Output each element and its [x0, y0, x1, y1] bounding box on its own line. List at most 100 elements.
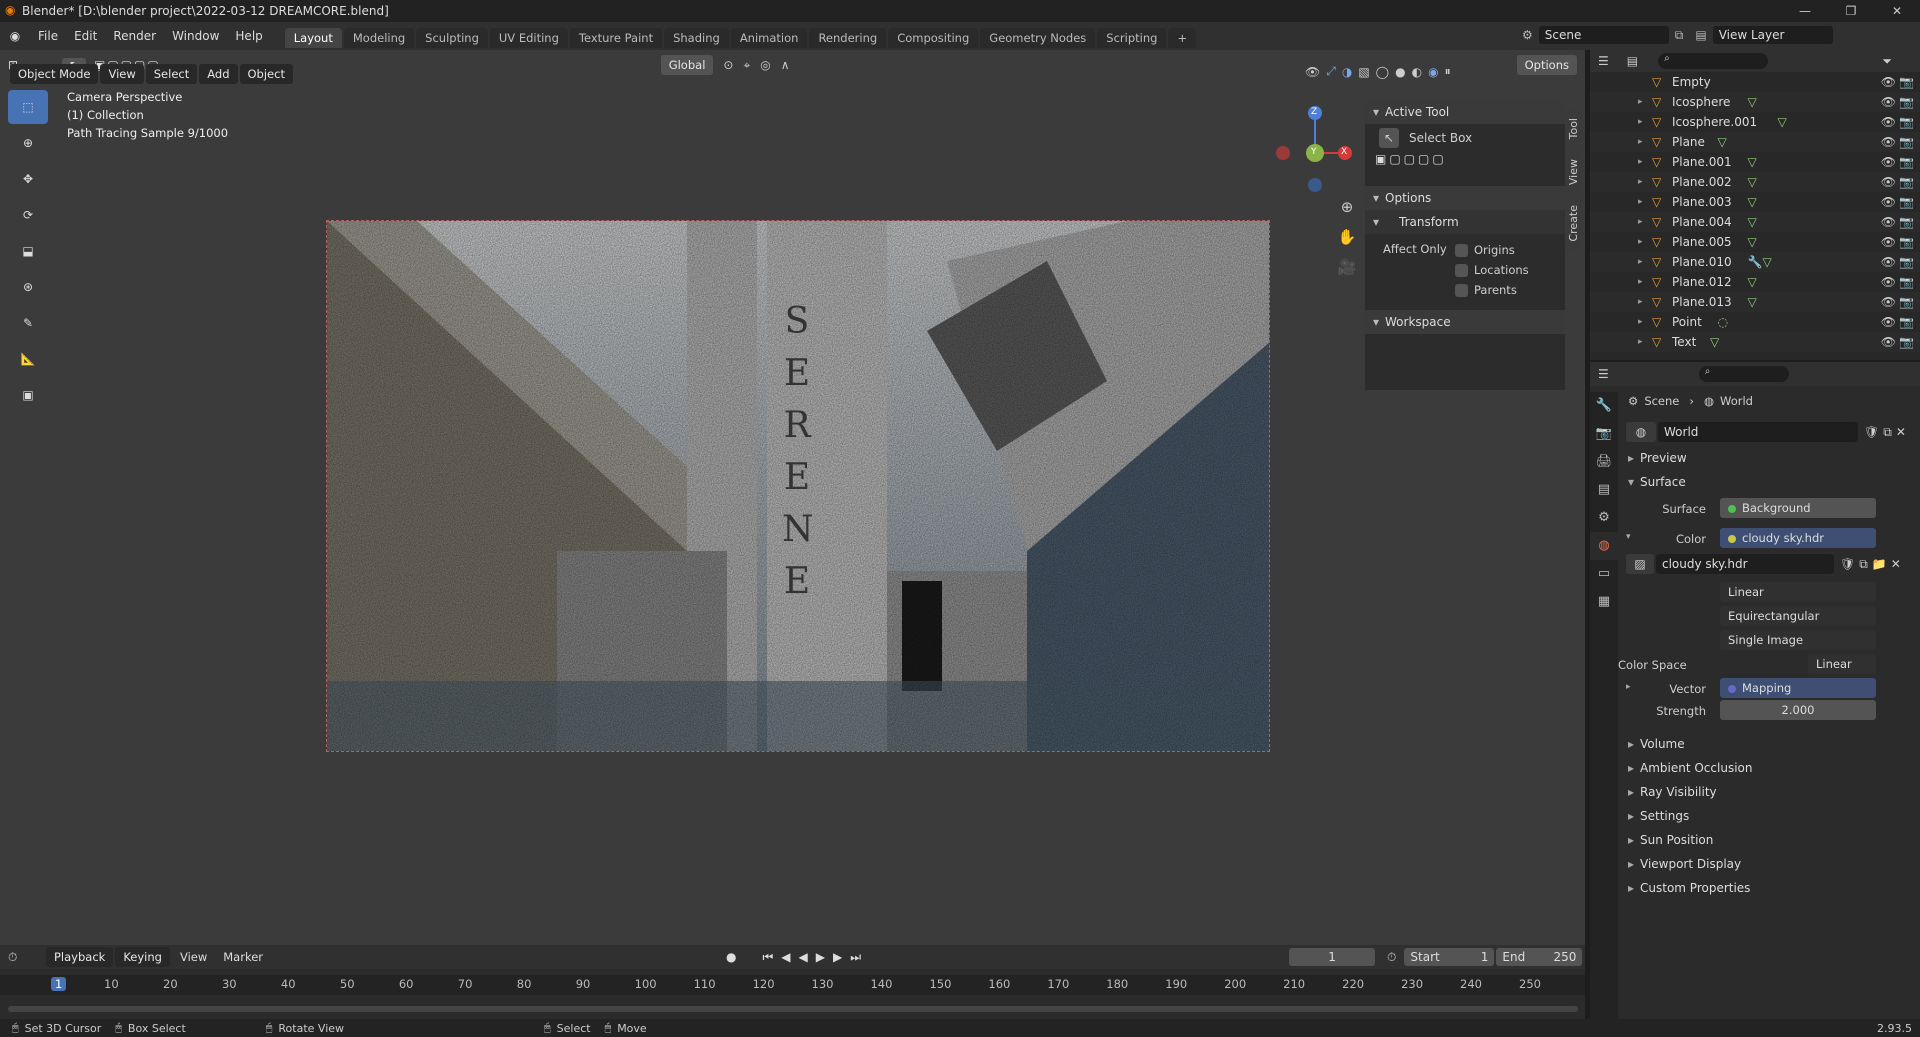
transform-orientation-dropdown[interactable]: Global — [660, 55, 714, 75]
surface-shader-field[interactable]: Background — [1720, 498, 1876, 518]
rotate-tool[interactable]: ⟳ — [8, 198, 48, 232]
visibility-eye-icon[interactable]: 👁 — [1881, 192, 1896, 212]
image-new-icon[interactable]: ⧉ — [1859, 557, 1868, 572]
tab-animation[interactable]: Animation — [730, 28, 808, 48]
falloff-icon[interactable]: ∧ — [781, 58, 790, 72]
scene-field[interactable]: Scene — [1538, 26, 1669, 44]
tab-scripting[interactable]: Scripting — [1097, 28, 1167, 48]
tab-collection-props[interactable]: ▭ — [1590, 560, 1618, 588]
render-camera-icon[interactable]: 📷 — [1899, 172, 1914, 192]
duplicate-icon[interactable]: ⧉ — [1883, 425, 1892, 440]
expand-arrow-icon[interactable]: ▸ — [1638, 312, 1643, 332]
pause-render-icon[interactable]: ⏸ — [1445, 64, 1457, 79]
new-scene-icon[interactable]: ⧉ — [1675, 28, 1684, 43]
origins-checkbox[interactable]: Origins — [1455, 240, 1529, 260]
rendered-shading-icon[interactable]: ◉ — [1428, 65, 1444, 79]
render-camera-icon[interactable]: 📷 — [1899, 312, 1914, 332]
viewport-menu-object[interactable]: Object — [239, 64, 293, 84]
properties-search-input[interactable]: ⌕ — [1698, 366, 1789, 382]
panel-header-ambient-occlusion[interactable]: Ambient Occlusion — [1618, 756, 1920, 780]
gizmo-toggle-icon[interactable]: ⤢ — [1326, 64, 1342, 79]
filter-icon[interactable]: ⏷ — [1882, 54, 1892, 69]
tab-modeling[interactable]: Modeling — [343, 28, 415, 48]
object-mode-dropdown[interactable]: Object Mode — [10, 64, 99, 84]
menu-file[interactable]: File — [30, 22, 66, 50]
tab-rendering[interactable]: Rendering — [809, 28, 887, 48]
navigation-gizmo[interactable]: Z Y X — [1265, 105, 1355, 195]
world-name-field[interactable]: World — [1658, 422, 1858, 442]
visibility-eye-icon[interactable]: 👁 — [1881, 112, 1896, 132]
tab-create[interactable]: Create — [1565, 197, 1582, 251]
add-workspace-button[interactable]: + — [1168, 28, 1197, 48]
3d-viewport[interactable]: ⊞ ↖ ▣▢▢▢▢ Global ⊙ ⌖ ◎ ∧ Options Object … — [0, 50, 1585, 945]
color-input-field[interactable]: cloudy sky.hdr — [1720, 528, 1876, 548]
expand-arrow-icon[interactable]: ▸ — [1638, 272, 1643, 292]
camera-view-icon[interactable]: 🎥 — [1335, 252, 1359, 282]
tab-sculpting[interactable]: Sculpting — [416, 28, 488, 48]
viewport-menu-view[interactable]: View — [100, 64, 144, 84]
proportional-edit-icon[interactable]: ◎ — [760, 58, 770, 72]
strength-field[interactable]: 2.000 — [1720, 700, 1876, 720]
locations-checkbox[interactable]: Locations — [1455, 260, 1529, 280]
render-camera-icon[interactable]: 📷 — [1899, 132, 1914, 152]
display-mode-icon[interactable]: ▤ — [1627, 54, 1638, 68]
outliner-search-input[interactable]: ⌕ — [1658, 53, 1769, 69]
outliner-row[interactable]: ▽ Empty 👁 📷 — [1590, 72, 1920, 92]
render-camera-icon[interactable]: 📷 — [1899, 272, 1914, 292]
visibility-eye-icon[interactable]: 👁 — [1881, 72, 1896, 92]
fake-user-icon[interactable]: 🛡 — [1864, 425, 1879, 439]
image-unlink-icon[interactable]: ✕ — [1891, 557, 1901, 571]
expand-arrow-icon[interactable]: ▸ — [1638, 212, 1643, 232]
transform-subheader[interactable]: Transform — [1365, 210, 1565, 234]
tab-scene-props[interactable]: ⚙ — [1590, 504, 1618, 532]
color-space-dropdown[interactable]: Linear — [1808, 654, 1876, 674]
surface-panel-header[interactable]: Surface — [1618, 470, 1920, 494]
outliner-row[interactable]: ▸ ▽ Plane ▽ 👁 📷 — [1590, 132, 1920, 152]
visibility-eye-icon[interactable]: 👁 — [1881, 312, 1896, 332]
options-dropdown[interactable]: Options — [1516, 55, 1577, 75]
render-camera-icon[interactable]: 📷 — [1899, 152, 1914, 172]
visibility-eye-icon[interactable]: 👁 — [1881, 252, 1896, 272]
tab-texture-props[interactable]: ▦ — [1590, 588, 1618, 616]
pan-hand-icon[interactable]: ✋ — [1335, 222, 1359, 252]
panel-header-volume[interactable]: Volume — [1618, 732, 1920, 756]
select-box-tool-icon[interactable]: ↖ — [1379, 128, 1399, 148]
visibility-eye-icon[interactable]: 👁 — [1881, 172, 1896, 192]
panel-header-custom-properties[interactable]: Custom Properties — [1618, 876, 1920, 900]
expand-arrow-icon[interactable]: ▸ — [1638, 232, 1643, 252]
end-frame-field[interactable]: End 250 — [1496, 948, 1583, 966]
record-icon[interactable]: ● — [726, 950, 736, 964]
wireframe-shading-icon[interactable]: ◯ — [1376, 65, 1395, 79]
tab-layout[interactable]: Layout — [284, 28, 342, 48]
playback-menu[interactable]: Playback — [46, 947, 114, 967]
visibility-eye-icon[interactable]: 👁 — [1881, 132, 1896, 152]
timeline-editor-icon[interactable]: ⏱ — [8, 950, 32, 965]
tab-world-props[interactable]: ◍ — [1590, 532, 1618, 560]
add-cube-tool[interactable]: ▣ — [8, 378, 48, 412]
timeline-scrollbar[interactable] — [8, 1006, 1578, 1012]
current-frame-field[interactable]: 1 — [1289, 948, 1376, 966]
panel-header-ray-visibility[interactable]: Ray Visibility — [1618, 780, 1920, 804]
tab-geometry-nodes[interactable]: Geometry Nodes — [980, 28, 1096, 48]
render-camera-icon[interactable]: 📷 — [1899, 292, 1914, 312]
outliner-row[interactable]: ▸ ▽ Plane.010 🔧▽ 👁 📷 — [1590, 252, 1920, 272]
unlink-icon[interactable]: ✕ — [1896, 425, 1906, 439]
menu-window[interactable]: Window — [164, 22, 227, 50]
visibility-eye-icon[interactable]: 👁 — [1881, 292, 1896, 312]
tab-texture-paint[interactable]: Texture Paint — [569, 28, 663, 48]
cursor-tool[interactable]: ⊕ — [8, 126, 48, 160]
outliner-row[interactable]: ▸ ▽ Point ◌ 👁 📷 — [1590, 312, 1920, 332]
panel-header-settings[interactable]: Settings — [1618, 804, 1920, 828]
viewport-menu-add[interactable]: Add — [199, 64, 238, 84]
scale-tool[interactable]: ⬓ — [8, 234, 48, 268]
expand-arrow-icon[interactable]: ▸ — [1638, 92, 1643, 112]
tab-shading[interactable]: Shading — [664, 28, 729, 48]
maximize-button[interactable]: ❐ — [1828, 0, 1874, 22]
blender-menu-icon[interactable]: ◉ — [0, 29, 30, 43]
expand-arrow-icon[interactable]: ▸ — [1638, 292, 1643, 312]
menu-help[interactable]: Help — [227, 22, 270, 50]
select-mode-buttons[interactable]: ▣▢▢▢▢ — [1365, 152, 1565, 178]
overlay-toggle-icon[interactable]: ◑ — [1342, 65, 1358, 79]
outliner-row[interactable]: ▸ ▽ Text ▽ 👁 📷 — [1590, 332, 1920, 352]
view-layer-field[interactable]: View Layer — [1712, 26, 1833, 44]
